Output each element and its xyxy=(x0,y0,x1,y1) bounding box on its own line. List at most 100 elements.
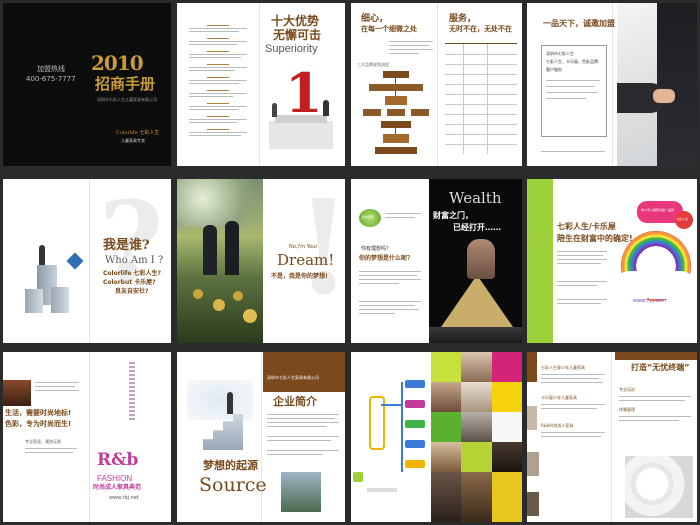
terminal-photo-2 xyxy=(527,452,539,476)
cube-stack xyxy=(17,239,87,319)
dream-title: Dream! xyxy=(277,251,335,269)
fashion-text-1: 生活，需要时尚地标! xyxy=(5,409,72,417)
dream-caption: 不是，我是你的梦想! xyxy=(271,273,328,280)
service-right-title-1: 服务， xyxy=(449,14,477,24)
service-left-title-1: 细心， xyxy=(361,14,389,24)
source-dream-cn: 梦想的起源 xyxy=(203,459,258,472)
partner-info-box: 深圳市七彩人生 七彩人生，卡乐屋，色彩品牌 客户服务 xyxy=(541,45,607,137)
store-interior-photo xyxy=(625,456,693,518)
terminal-item-4: 专业培训 xyxy=(619,387,635,392)
photo-room-5 xyxy=(431,442,461,472)
service-left-title-2: 在每一个细微之处 xyxy=(361,25,417,33)
cover-brand: Colorlife 七彩人生 xyxy=(116,130,160,136)
hotline-label: 加盟热线 xyxy=(37,65,65,73)
photo-room-7 xyxy=(431,472,461,522)
superiority-page: 十大优势 无懈可击 Superiority 1 xyxy=(177,3,345,166)
speech-bubble-text: 青少年儿童家具第一品牌 xyxy=(641,208,675,212)
mindmap-node-4 xyxy=(405,440,425,448)
fashion-room-photo xyxy=(3,380,31,406)
block-magenta xyxy=(492,352,522,382)
cover-title: 招商手册 xyxy=(95,75,156,93)
whoami-line-1: Colorlife 七彩人生? xyxy=(103,270,162,277)
source-building-photo xyxy=(281,472,321,512)
world-map xyxy=(187,380,253,420)
podium xyxy=(269,121,333,149)
mindmap-node-3 xyxy=(405,420,425,428)
terminal-brown-band xyxy=(527,352,537,382)
dream-subtitle: No,I'm Your xyxy=(289,244,318,250)
question-1: 你有理想吗？ xyxy=(361,246,392,252)
pyramid xyxy=(441,275,513,327)
partner-title: 一品天下，诚邀加盟 xyxy=(543,19,615,28)
dream-page: ! No,I'm Your Dream! 不是，我是你的梦想! xyxy=(177,179,345,343)
flow-label: 三大品牌规划流程 xyxy=(357,62,389,67)
photo-room-2 xyxy=(431,382,461,412)
block-white xyxy=(492,412,522,442)
dream-bubble-text: 我的梦想 xyxy=(362,215,375,219)
service-table xyxy=(445,43,517,158)
photo-room-4 xyxy=(461,412,492,442)
terminal-page: 七彩人生青少年儿童家具 卡乐屋少年儿童家具 R&b时尚成人家具 打造“无忧终端”… xyxy=(527,352,697,522)
person-figure xyxy=(323,100,329,116)
kids-heading-1: 七彩人生/卡乐屋 xyxy=(557,222,616,231)
terminal-photo-3 xyxy=(527,492,539,516)
dream-photo xyxy=(177,179,263,343)
superiority-title-cn-1: 十大优势 xyxy=(271,14,320,28)
partner-company-2: 七彩人生，卡乐屋，色彩品牌 xyxy=(546,59,598,64)
whoami-title-cn: 我是谁? xyxy=(103,238,150,253)
block-lime-2 xyxy=(461,442,492,472)
block-lime xyxy=(431,352,461,382)
whoami-page: ? 我是谁? Who Am I ? Colorlife 七彩人生? Colorb… xyxy=(3,179,171,343)
fashion-vertical-text xyxy=(129,362,135,422)
wealth-title-en: Wealth xyxy=(449,189,502,207)
terminal-item-3: R&b时尚成人家具 xyxy=(541,423,574,428)
photo-room-1 xyxy=(461,352,492,382)
service-right-title-2: 无时不在，无处不在 xyxy=(449,25,512,33)
fashion-logo: R&b xyxy=(97,450,139,470)
partner-company-1: 深圳市七彩人生 xyxy=(546,51,574,56)
mindmap-node-2 xyxy=(405,400,425,408)
question-page: 我的梦想 你有理想吗？ 你的梦想是什么呢？ xyxy=(351,179,429,343)
cover-brand-sub: 儿童家具专卖 xyxy=(121,138,145,143)
flowchart xyxy=(361,71,431,161)
hand-figure xyxy=(467,239,495,279)
block-green xyxy=(431,412,461,442)
photo-room-8 xyxy=(461,472,492,522)
whoami-line-3: 良友自安社? xyxy=(115,288,149,295)
wealth-title-cn-2: 已经打开…… xyxy=(453,223,501,232)
handshake-photo xyxy=(617,3,697,166)
collage-page xyxy=(431,352,522,522)
businessman-figure xyxy=(227,392,233,414)
terminal-item-5: 终端管理 xyxy=(619,407,635,412)
whoami-title-en: Who Am I ? xyxy=(105,255,164,266)
fashion-logo-cn: 时尚成人家具典范 xyxy=(93,484,142,491)
cover-year: 2010 xyxy=(91,51,144,75)
kids-page: 七彩人生/卡乐屋 陪生在财富中的确定! 青少年儿童家具第一品牌 七彩人生 www… xyxy=(527,179,697,343)
mindmap-node-5 xyxy=(405,460,425,468)
fashion-url: www.rbj.net xyxy=(109,495,139,501)
source-title: 企业简介 xyxy=(273,395,317,408)
clouds xyxy=(615,271,695,299)
partner-company-3: 客户服务 xyxy=(546,67,562,72)
superiority-title-en: Superiority xyxy=(265,43,318,55)
source-dream-en: Source xyxy=(199,474,267,496)
person-figure-2 xyxy=(272,103,277,117)
service-page: 细心， 在每一个细微之处 三大品牌规划流程 服务， 无时不在，无处不在 xyxy=(351,3,522,166)
partner-page: 一品天下，诚邀加盟 深圳市七彩人生 七彩人生，卡乐屋，色彩品牌 客户服务 xyxy=(527,3,697,166)
fashion-text-2: 色彩，专为时尚而生! xyxy=(5,420,72,428)
kids-url: www.7cj.com xyxy=(633,298,666,304)
fashion-sub: 专业家居，潮流无限 xyxy=(25,439,61,444)
big-red-number: 1 xyxy=(285,61,323,125)
cover-company-note: 深圳市七彩人生儿童家具有限公司 xyxy=(97,97,157,102)
terminal-item-2: 卡乐屋少年儿童家具 xyxy=(541,395,577,400)
terminal-title: 打造“无忧终端” xyxy=(631,363,690,372)
question-2: 你的梦想是什么呢？ xyxy=(359,255,414,262)
terminal-item-1: 七彩人生青少年儿童家具 xyxy=(541,365,585,370)
terminal-photo-1 xyxy=(527,406,537,430)
photo-room-6 xyxy=(492,442,522,472)
superiority-title-cn-2: 无懈可击 xyxy=(273,28,322,42)
photo-room-3 xyxy=(461,382,492,412)
kids-green-band xyxy=(527,179,553,343)
wealth-page: Wealth 财富之门， 已经打开…… xyxy=(429,179,522,343)
block-yellow xyxy=(492,382,522,412)
